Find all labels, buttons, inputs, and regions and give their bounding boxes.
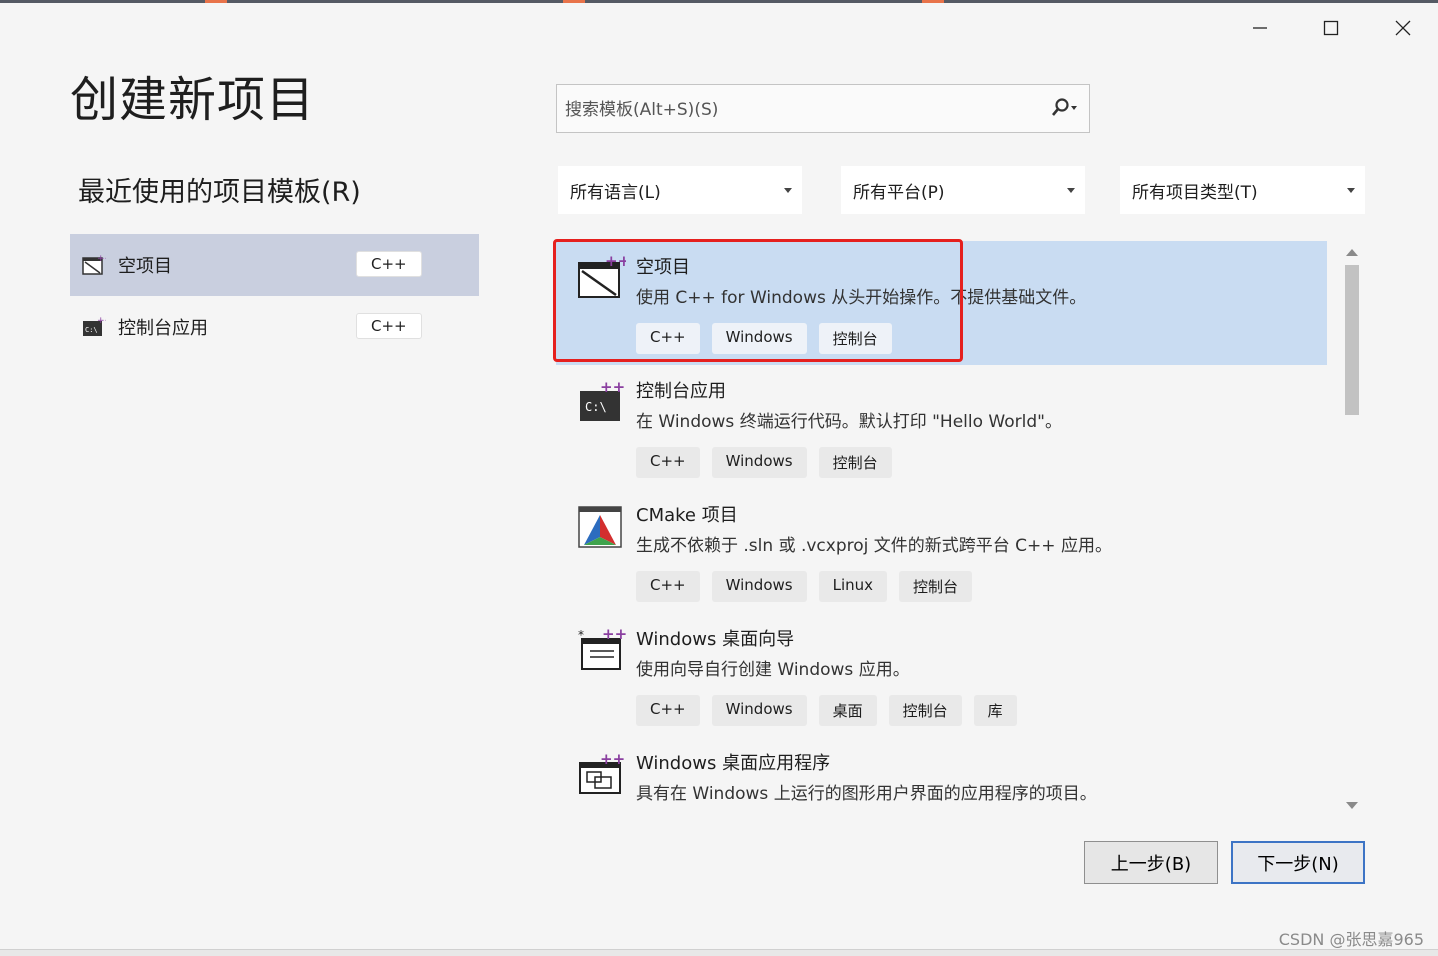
svg-text:C:\: C:\ (585, 400, 607, 414)
tag: 库 (973, 695, 1017, 726)
template-title: Windows 桌面应用程序 (636, 753, 831, 774)
template-title: CMake 项目 (636, 505, 738, 526)
language-filter-label: 所有语言(L) (570, 183, 661, 203)
console-app-icon: C:\++ (82, 316, 112, 342)
template-tags: C++ Windows 控制台 (636, 447, 892, 478)
language-filter-dropdown[interactable]: 所有语言(L) (558, 166, 802, 214)
next-button[interactable]: 下一步(N) (1231, 841, 1365, 884)
svg-text:C:\: C:\ (85, 326, 98, 334)
template-tags: C++ Windows Linux 控制台 (636, 571, 973, 602)
project-type-filter-label: 所有项目类型(T) (1132, 183, 1258, 203)
template-title: Windows 桌面向导 (636, 629, 795, 650)
tag: C++ (636, 571, 700, 602)
chevron-down-icon (784, 188, 792, 193)
tag: 控制台 (888, 695, 962, 726)
svg-text:++: ++ (600, 751, 625, 768)
chevron-down-icon (1067, 188, 1075, 193)
tag: 控制台 (899, 571, 973, 602)
top-border (0, 0, 1438, 3)
svg-text:++: ++ (97, 316, 106, 326)
svg-text:++: ++ (97, 254, 106, 264)
platform-filter-dropdown[interactable]: 所有平台(P) (841, 166, 1085, 214)
wizard-icon: * ++ (578, 625, 627, 677)
search-icon[interactable] (1049, 97, 1079, 123)
recent-item-label: 空项目 (118, 256, 172, 277)
template-title: 控制台应用 (636, 381, 726, 402)
maximize-icon[interactable] (1311, 10, 1351, 46)
language-tag: C++ (356, 313, 422, 339)
tag: 控制台 (818, 447, 892, 478)
recent-templates-list: ++ 空项目 C++ C:\++ 控制台应用 C++ (70, 234, 479, 358)
minimize-icon[interactable] (1240, 10, 1280, 46)
template-description: 使用向导自行创建 Windows 应用。 (636, 660, 910, 680)
recent-item-label: 控制台应用 (118, 318, 208, 339)
template-card-desktop-app[interactable]: ++ Windows 桌面应用程序 具有在 Windows 上运行的图形用户界面… (556, 737, 1327, 811)
svg-text:++: ++ (600, 379, 625, 396)
close-icon[interactable] (1383, 10, 1423, 46)
template-card-cmake[interactable]: CMake 项目 生成不依赖于 .sln 或 .vcxproj 文件的新式跨平台… (556, 489, 1327, 613)
template-card-desktop-wizard[interactable]: * ++ Windows 桌面向导 使用向导自行创建 Windows 应用。 C+… (556, 613, 1327, 737)
svg-text:*: * (578, 628, 584, 642)
recent-templates-heading: 最近使用的项目模板(R) (78, 177, 361, 208)
watermark: CSDN @张思嘉965 (1278, 930, 1424, 949)
bottom-border (0, 949, 1438, 956)
scroll-down-icon[interactable] (1346, 802, 1358, 809)
empty-project-icon: ++ (82, 254, 112, 280)
back-button[interactable]: 上一步(B) (1084, 841, 1218, 884)
scroll-up-icon[interactable] (1346, 249, 1358, 256)
platform-filter-label: 所有平台(P) (853, 183, 945, 203)
selection-highlight-annotation (553, 239, 963, 362)
desktop-app-icon: ++ (578, 750, 626, 801)
project-type-filter-dropdown[interactable]: 所有项目类型(T) (1120, 166, 1365, 214)
tag: C++ (636, 695, 700, 726)
tag: Windows (711, 695, 807, 726)
console-app-icon: C:\ ++ (578, 378, 626, 429)
tag: Windows (711, 447, 807, 478)
recent-item-console-app[interactable]: C:\++ 控制台应用 C++ (70, 296, 479, 358)
template-description: 生成不依赖于 .sln 或 .vcxproj 文件的新式跨平台 C++ 应用。 (636, 536, 1112, 556)
search-input[interactable] (563, 95, 1037, 125)
chevron-down-icon (1347, 188, 1355, 193)
tag: C++ (636, 447, 700, 478)
template-description: 具有在 Windows 上运行的图形用户界面的应用程序的项目。 (636, 784, 1097, 804)
tag: Linux (818, 571, 888, 602)
recent-item-empty-project[interactable]: ++ 空项目 C++ (70, 234, 479, 296)
template-tags: C++ Windows 桌面 控制台 库 (636, 695, 1017, 726)
page-title: 创建新项目 (70, 72, 316, 128)
svg-text:++: ++ (602, 627, 626, 643)
template-description: 在 Windows 终端运行代码。默认打印 "Hello World"。 (636, 412, 1062, 432)
template-list-scrollbar[interactable] (1342, 243, 1362, 815)
cmake-icon (578, 503, 626, 553)
tag: 桌面 (818, 695, 877, 726)
tag: Windows (711, 571, 807, 602)
scrollbar-thumb[interactable] (1345, 265, 1359, 415)
template-card-console-app[interactable]: C:\ ++ 控制台应用 在 Windows 终端运行代码。默认打印 "Hello… (556, 365, 1327, 489)
search-box[interactable] (556, 84, 1090, 133)
language-tag: C++ (356, 251, 422, 277)
